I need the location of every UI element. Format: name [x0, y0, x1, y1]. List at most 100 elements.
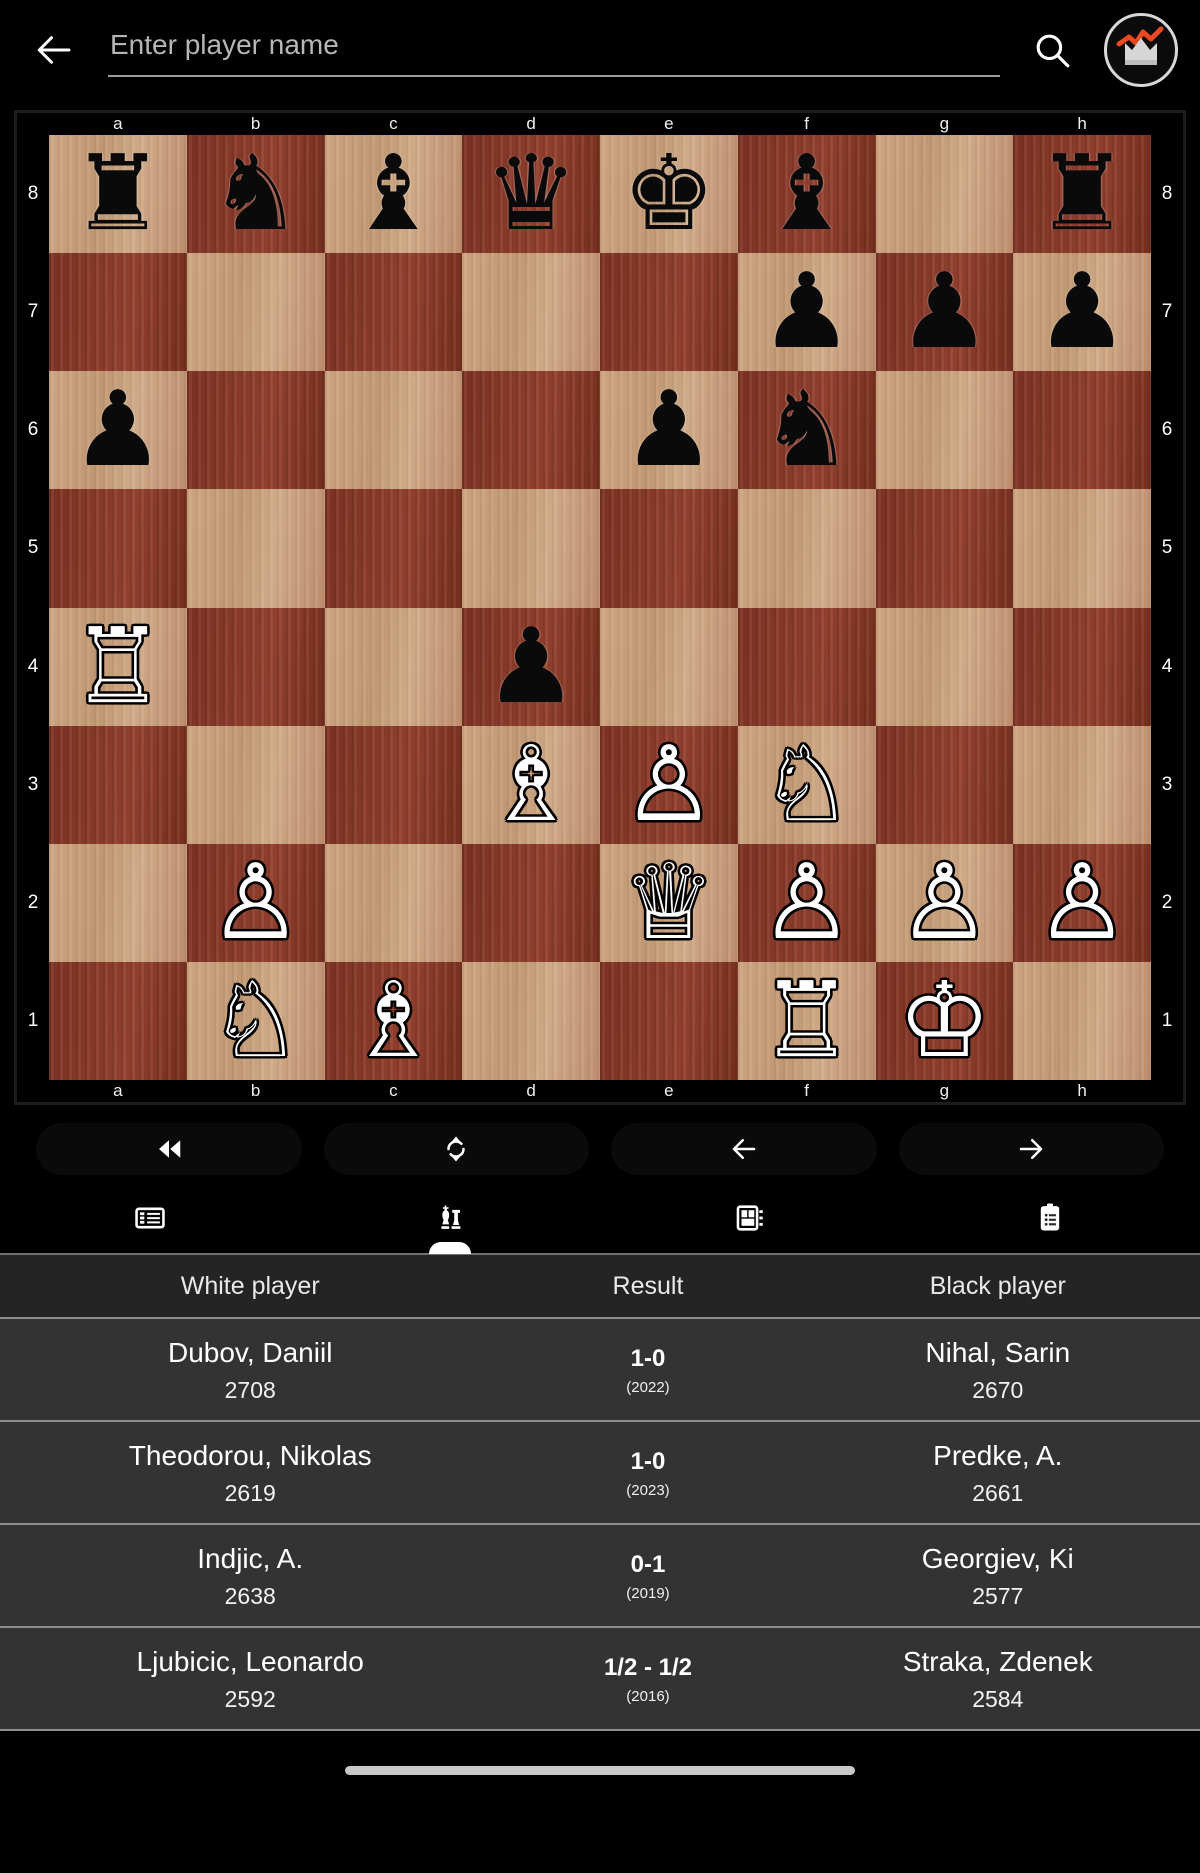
square-h4[interactable]: [1013, 607, 1151, 726]
board-panel-icon: [736, 1205, 763, 1231]
tab-board-panel[interactable]: [600, 1191, 900, 1253]
table-row[interactable]: Dubov, Daniil 2708 1-0 (2022) Nihal, Sarin 26…: [0, 1317, 1200, 1420]
home-indicator[interactable]: [345, 1765, 855, 1775]
table-row[interactable]: Ljubicic, Leonardo 2592 1/2 - 1/2 (2016) Str…: [0, 1626, 1200, 1729]
table-row[interactable]: Theodorou, Nikolas 2619 1-0 (2023) Predke, A…: [0, 1420, 1200, 1523]
table-row[interactable]: Indjic, A. 2638 0-1 (2019) Georgiev, Ki 2577: [0, 1523, 1200, 1626]
square-a8[interactable]: ♜: [49, 135, 187, 254]
piece-black-queen: ♛: [484, 136, 578, 253]
piece-white-knight: ♘: [760, 726, 854, 843]
rewind-to-start-button[interactable]: [36, 1123, 302, 1175]
search-icon: [1036, 34, 1070, 68]
square-h3[interactable]: [1013, 725, 1151, 844]
square-a2[interactable]: [49, 843, 187, 962]
square-a5[interactable]: [49, 489, 187, 608]
crown-chart-avatar-icon: [1110, 19, 1172, 81]
chessboard[interactable]: ♜ ♞ ♝ ♛ ♚ ♝ ♜ ♟ ♟ ♟ ♟ ♟ ♞ ♖ ♟ ♗ ♙ ♘ ♙ ♕ ♙ ♙ ♙ ♘ ♗ ♖ ♔: [49, 135, 1151, 1080]
square-d5[interactable]: [462, 489, 600, 608]
square-h8[interactable]: ♜: [1013, 135, 1151, 254]
square-g6[interactable]: [875, 371, 1014, 490]
square-b7[interactable]: [186, 253, 325, 372]
app-header: [0, 0, 1200, 100]
square-b6[interactable]: [186, 371, 325, 490]
file-label: c: [389, 1081, 398, 1100]
square-h1[interactable]: [1013, 961, 1151, 1080]
square-h5[interactable]: [1013, 489, 1151, 608]
square-b2[interactable]: ♙: [186, 843, 325, 962]
column-header-white-player: White player: [180, 1271, 320, 1300]
square-d7[interactable]: [462, 253, 600, 372]
square-e1[interactable]: [600, 961, 738, 1080]
tab-notes[interactable]: [900, 1191, 1200, 1253]
square-b1[interactable]: ♘: [186, 961, 325, 1080]
white-player-elo: 2638: [224, 1583, 276, 1609]
square-h7[interactable]: ♟: [1013, 253, 1151, 372]
tab-moves-list[interactable]: [0, 1191, 300, 1253]
cell-white-player: Ljubicic, Leonardo 2592: [0, 1646, 500, 1713]
square-e2[interactable]: ♕: [600, 843, 738, 962]
square-g3[interactable]: [875, 725, 1014, 844]
square-g1[interactable]: ♔: [875, 961, 1014, 1080]
square-h2[interactable]: ♙: [1013, 843, 1151, 962]
square-f8[interactable]: ♝: [737, 135, 876, 254]
game-year: (2016): [626, 1688, 670, 1705]
square-a1[interactable]: [49, 961, 187, 1080]
square-a7[interactable]: [49, 253, 187, 372]
avatar[interactable]: [1104, 13, 1178, 87]
square-c4[interactable]: [324, 607, 463, 726]
square-b5[interactable]: [186, 489, 325, 608]
square-c2[interactable]: [324, 843, 463, 962]
flip-board-button[interactable]: [323, 1123, 589, 1175]
rank-labels-right: 8 7 6 5 4 3 2 1: [1151, 135, 1183, 1080]
square-c1[interactable]: ♗: [324, 961, 463, 1080]
square-a6[interactable]: ♟: [49, 371, 187, 490]
square-g4[interactable]: [875, 607, 1014, 726]
square-a3[interactable]: [49, 725, 187, 844]
piece-black-rook: ♜: [1035, 136, 1129, 253]
square-c7[interactable]: [324, 253, 463, 372]
square-b3[interactable]: [186, 725, 325, 844]
square-e4[interactable]: [600, 607, 738, 726]
square-f1[interactable]: ♖: [737, 961, 876, 1080]
square-e6[interactable]: ♟: [600, 371, 738, 490]
square-e3[interactable]: ♙: [600, 725, 738, 844]
square-d4[interactable]: ♟: [462, 607, 600, 726]
cell-black-player: Predke, A. 2661: [796, 1440, 1200, 1507]
square-f7[interactable]: ♟: [737, 253, 876, 372]
black-player-elo: 2577: [972, 1583, 1024, 1609]
square-d6[interactable]: [462, 371, 600, 490]
square-d8[interactable]: ♛: [462, 135, 600, 254]
next-move-button[interactable]: [898, 1123, 1164, 1175]
square-e7[interactable]: [600, 253, 738, 372]
square-a4[interactable]: ♖: [49, 607, 187, 726]
search-input[interactable]: [108, 23, 1000, 77]
square-f4[interactable]: [737, 607, 876, 726]
table-header-row: White player Result Black player: [0, 1255, 1200, 1317]
square-e5[interactable]: [600, 489, 738, 608]
tab-games[interactable]: [300, 1191, 600, 1254]
square-f5[interactable]: [737, 489, 876, 608]
square-f2[interactable]: ♙: [737, 843, 876, 962]
cell-result: 0-1 (2019): [500, 1551, 795, 1602]
square-h6[interactable]: [1013, 371, 1151, 490]
square-g5[interactable]: [875, 489, 1014, 608]
square-g8[interactable]: [875, 135, 1014, 254]
previous-move-button[interactable]: [611, 1123, 877, 1175]
square-f3[interactable]: ♘: [737, 725, 876, 844]
square-d2[interactable]: [462, 843, 600, 962]
search-button[interactable]: [1020, 18, 1084, 82]
square-g2[interactable]: ♙: [875, 843, 1014, 962]
back-button[interactable]: [22, 17, 88, 83]
square-d3[interactable]: ♗: [462, 725, 600, 844]
square-c8[interactable]: ♝: [324, 135, 463, 254]
chessboard-frame: a b c d e f g h 8 7 6 5 4 3 2 1 ♜ ♞ ♝ ♛ ♚ ♝ ♜ ♟…: [14, 110, 1186, 1105]
square-g7[interactable]: ♟: [875, 253, 1014, 372]
square-c6[interactable]: [324, 371, 463, 490]
square-c3[interactable]: [324, 725, 463, 844]
square-e8[interactable]: ♚: [600, 135, 738, 254]
square-c5[interactable]: [324, 489, 463, 608]
square-f6[interactable]: ♞: [737, 371, 876, 490]
square-d1[interactable]: [462, 961, 600, 1080]
square-b8[interactable]: ♞: [186, 135, 325, 254]
square-b4[interactable]: [186, 607, 325, 726]
